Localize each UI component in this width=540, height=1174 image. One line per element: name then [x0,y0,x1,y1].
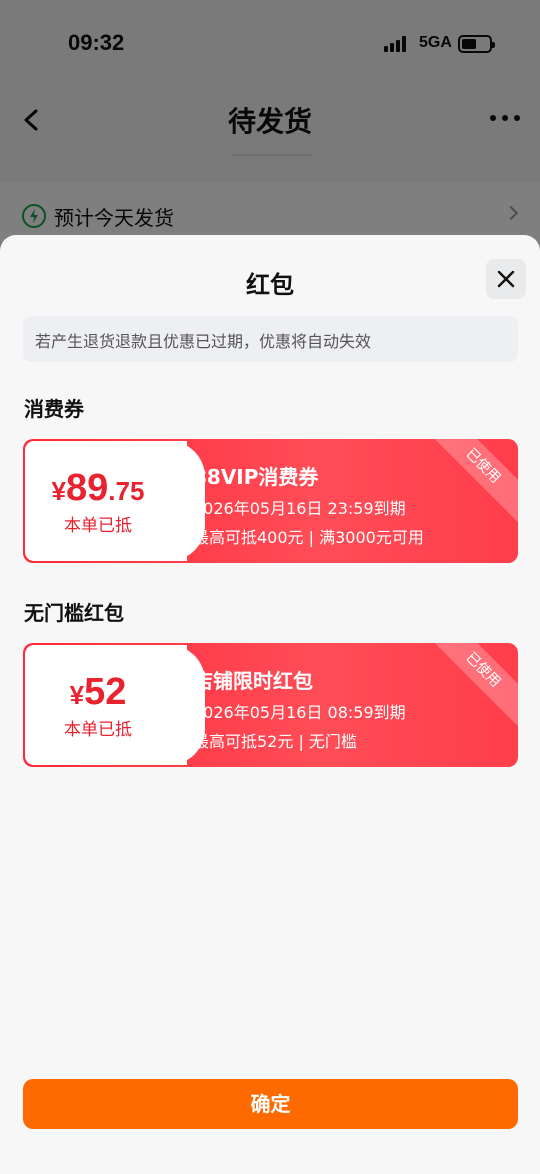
used-status-ribbon: 已使用 [426,643,518,727]
coupon-card-88vip[interactable]: ¥89.75 本单已抵 88VIP消费券 2026年05月16日 23:59到期… [23,439,518,563]
section-title-no-threshold: 无门槛红包 [24,601,124,625]
expiry-notice: 若产生退货退款且优惠已过期，优惠将自动失效 [23,316,518,362]
close-icon [497,270,515,288]
used-status-ribbon: 已使用 [426,439,518,523]
coupon-card-store[interactable]: ¥52 本单已抵 店铺限时红包 2026年05月16日 08:59到期 最高可抵… [23,643,518,767]
coupon-name: 88VIP消费券 [193,465,319,489]
section-title-consumer-coupon: 消费券 [24,397,84,421]
sheet-title: 红包 [246,271,294,299]
red-packet-sheet: 红包 若产生退货退款且优惠已过期，优惠将自动失效 消费券 ¥89.75 本单已抵… [0,235,540,1174]
coupon-expiry: 2026年05月16日 08:59到期 [193,703,406,722]
coupon-amount: ¥52 [69,671,127,713]
coupon-deduct-label: 本单已抵 [64,720,132,740]
confirm-button[interactable]: 确定 [23,1079,518,1129]
coupon-deduct-label: 本单已抵 [64,516,132,536]
coupon-rule: 最高可抵400元 | 满3000元可用 [193,528,424,547]
coupon-expiry: 2026年05月16日 23:59到期 [193,499,406,518]
close-button[interactable] [486,259,526,299]
coupon-name: 店铺限时红包 [193,669,313,693]
coupon-amount: ¥89.75 [51,467,145,509]
coupon-rule: 最高可抵52元 | 无门槛 [193,732,357,751]
